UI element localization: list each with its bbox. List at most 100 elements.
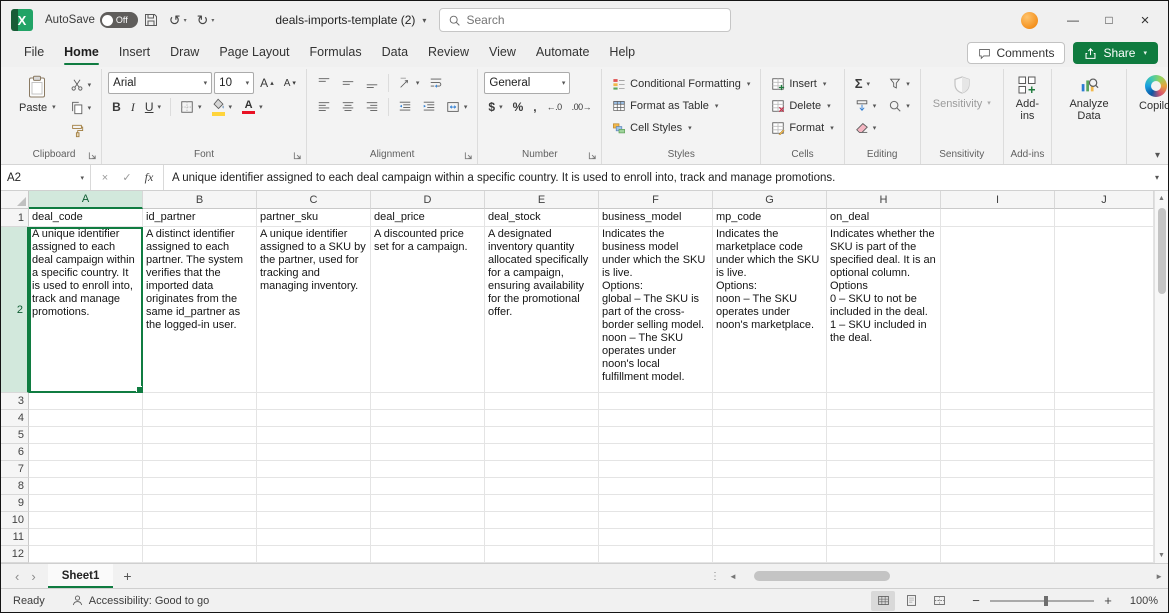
cell-D2[interactable]: A discounted price set for a campaign. — [371, 227, 485, 393]
cell-E5[interactable] — [485, 427, 599, 444]
autosave-toggle[interactable]: AutoSave Off — [45, 12, 138, 28]
cell-E1[interactable]: deal_stock — [485, 209, 599, 227]
cell-A3[interactable] — [29, 393, 143, 410]
tab-automate[interactable]: Automate — [527, 41, 599, 65]
scroll-up-button[interactable]: ▲ — [1158, 191, 1165, 206]
row-header-11[interactable]: 11 — [1, 529, 29, 546]
cell-G4[interactable] — [713, 410, 827, 427]
percent-style-button[interactable]: % — [509, 97, 528, 118]
row-header-5[interactable]: 5 — [1, 427, 29, 444]
cell-C8[interactable] — [257, 478, 371, 495]
cell-J12[interactable] — [1055, 546, 1154, 563]
tab-review[interactable]: Review — [419, 41, 478, 65]
zoom-level[interactable]: 100% — [1122, 595, 1158, 607]
cell-C3[interactable] — [257, 393, 371, 410]
cell-H11[interactable] — [827, 529, 941, 546]
cell-A1[interactable]: deal_code — [29, 209, 143, 227]
sheet-tab-sheet1[interactable]: Sheet1 — [48, 564, 114, 588]
column-header-C[interactable]: C — [257, 191, 371, 209]
cell-J2[interactable] — [1055, 227, 1154, 393]
tab-page-layout[interactable]: Page Layout — [210, 41, 298, 65]
share-button[interactable]: Share▾ — [1073, 42, 1158, 64]
cell-G5[interactable] — [713, 427, 827, 444]
redo-button[interactable]: ↻▾ — [192, 10, 220, 31]
cell-F6[interactable] — [599, 444, 713, 461]
align-bottom-button[interactable] — [361, 73, 383, 94]
cell-C12[interactable] — [257, 546, 371, 563]
row-header-10[interactable]: 10 — [1, 512, 29, 529]
cell-H2[interactable]: Indicates whether the SKU is part of the… — [827, 227, 941, 393]
vertical-scrollbar[interactable]: ▲ ▼ — [1154, 191, 1168, 563]
format-as-table-button[interactable]: Format as Table▾ — [608, 95, 754, 116]
cell-D11[interactable] — [371, 529, 485, 546]
cell-C5[interactable] — [257, 427, 371, 444]
column-header-B[interactable]: B — [143, 191, 257, 209]
align-middle-button[interactable] — [337, 73, 359, 94]
decrease-indent-button[interactable] — [394, 97, 416, 118]
row-header-2[interactable]: 2 — [1, 227, 29, 393]
scroll-left-button[interactable]: ◄ — [724, 572, 742, 581]
cell-H7[interactable] — [827, 461, 941, 478]
cell-I7[interactable] — [941, 461, 1055, 478]
new-sheet-button[interactable]: + — [113, 568, 141, 584]
maximize-button[interactable]: □ — [1092, 5, 1126, 35]
select-all-corner[interactable] — [1, 191, 29, 209]
autosum-button[interactable]: Σ▾ — [851, 73, 881, 94]
cell-A7[interactable] — [29, 461, 143, 478]
increase-indent-button[interactable] — [418, 97, 440, 118]
cell-H6[interactable] — [827, 444, 941, 461]
clear-button[interactable]: ▾ — [851, 117, 881, 138]
save-button[interactable] — [138, 10, 164, 30]
cell-B9[interactable] — [143, 495, 257, 512]
cell-B3[interactable] — [143, 393, 257, 410]
cell-E10[interactable] — [485, 512, 599, 529]
cell-G7[interactable] — [713, 461, 827, 478]
cell-D4[interactable] — [371, 410, 485, 427]
cell-G12[interactable] — [713, 546, 827, 563]
minimize-button[interactable]: — — [1056, 5, 1090, 35]
row-header-12[interactable]: 12 — [1, 546, 29, 563]
cell-I4[interactable] — [941, 410, 1055, 427]
cell-B8[interactable] — [143, 478, 257, 495]
tab-home[interactable]: Home — [55, 41, 108, 65]
row-header-6[interactable]: 6 — [1, 444, 29, 461]
cell-H5[interactable] — [827, 427, 941, 444]
accounting-format-button[interactable]: $▾ — [484, 97, 506, 118]
align-left-button[interactable] — [313, 97, 335, 118]
excel-app-icon[interactable]: X — [11, 9, 33, 31]
cell-E7[interactable] — [485, 461, 599, 478]
autosave-switch[interactable]: Off — [100, 12, 138, 28]
column-header-D[interactable]: D — [371, 191, 485, 209]
sensitivity-button[interactable]: Sensitivity▾ — [927, 71, 997, 112]
clipboard-dialog-launcher[interactable] — [88, 151, 97, 160]
align-right-button[interactable] — [361, 97, 383, 118]
column-header-A[interactable]: A — [29, 191, 143, 209]
copy-button[interactable]: ▾ — [66, 97, 96, 118]
delete-cells-button[interactable]: Delete▾ — [767, 95, 837, 116]
cell-C6[interactable] — [257, 444, 371, 461]
cell-A8[interactable] — [29, 478, 143, 495]
cell-I3[interactable] — [941, 393, 1055, 410]
cell-J1[interactable] — [1055, 209, 1154, 227]
font-color-button[interactable]: A▾ — [238, 97, 267, 118]
number-format-select[interactable]: General▾ — [484, 72, 570, 94]
horizontal-scrollbar[interactable] — [742, 564, 1150, 588]
scroll-right-button[interactable]: ► — [1150, 572, 1168, 581]
cell-G8[interactable] — [713, 478, 827, 495]
paste-button[interactable]: Paste▾ — [13, 71, 62, 116]
cell-D6[interactable] — [371, 444, 485, 461]
zoom-slider[interactable] — [990, 600, 1094, 602]
addins-button[interactable]: Add-ins — [1010, 71, 1045, 124]
search-input[interactable] — [467, 13, 722, 27]
cell-D8[interactable] — [371, 478, 485, 495]
cell-G1[interactable]: mp_code — [713, 209, 827, 227]
align-top-button[interactable] — [313, 73, 335, 94]
cell-A12[interactable] — [29, 546, 143, 563]
cell-G6[interactable] — [713, 444, 827, 461]
font-size-select[interactable]: 10▾ — [214, 72, 254, 94]
cell-C2[interactable]: A unique identifier assigned to a SKU by… — [257, 227, 371, 393]
cell-F12[interactable] — [599, 546, 713, 563]
tab-help[interactable]: Help — [600, 41, 644, 65]
formula-bar-value[interactable]: A unique identifier assigned to each dea… — [164, 165, 1146, 190]
accessibility-status[interactable]: Accessibility: Good to go — [71, 594, 209, 607]
